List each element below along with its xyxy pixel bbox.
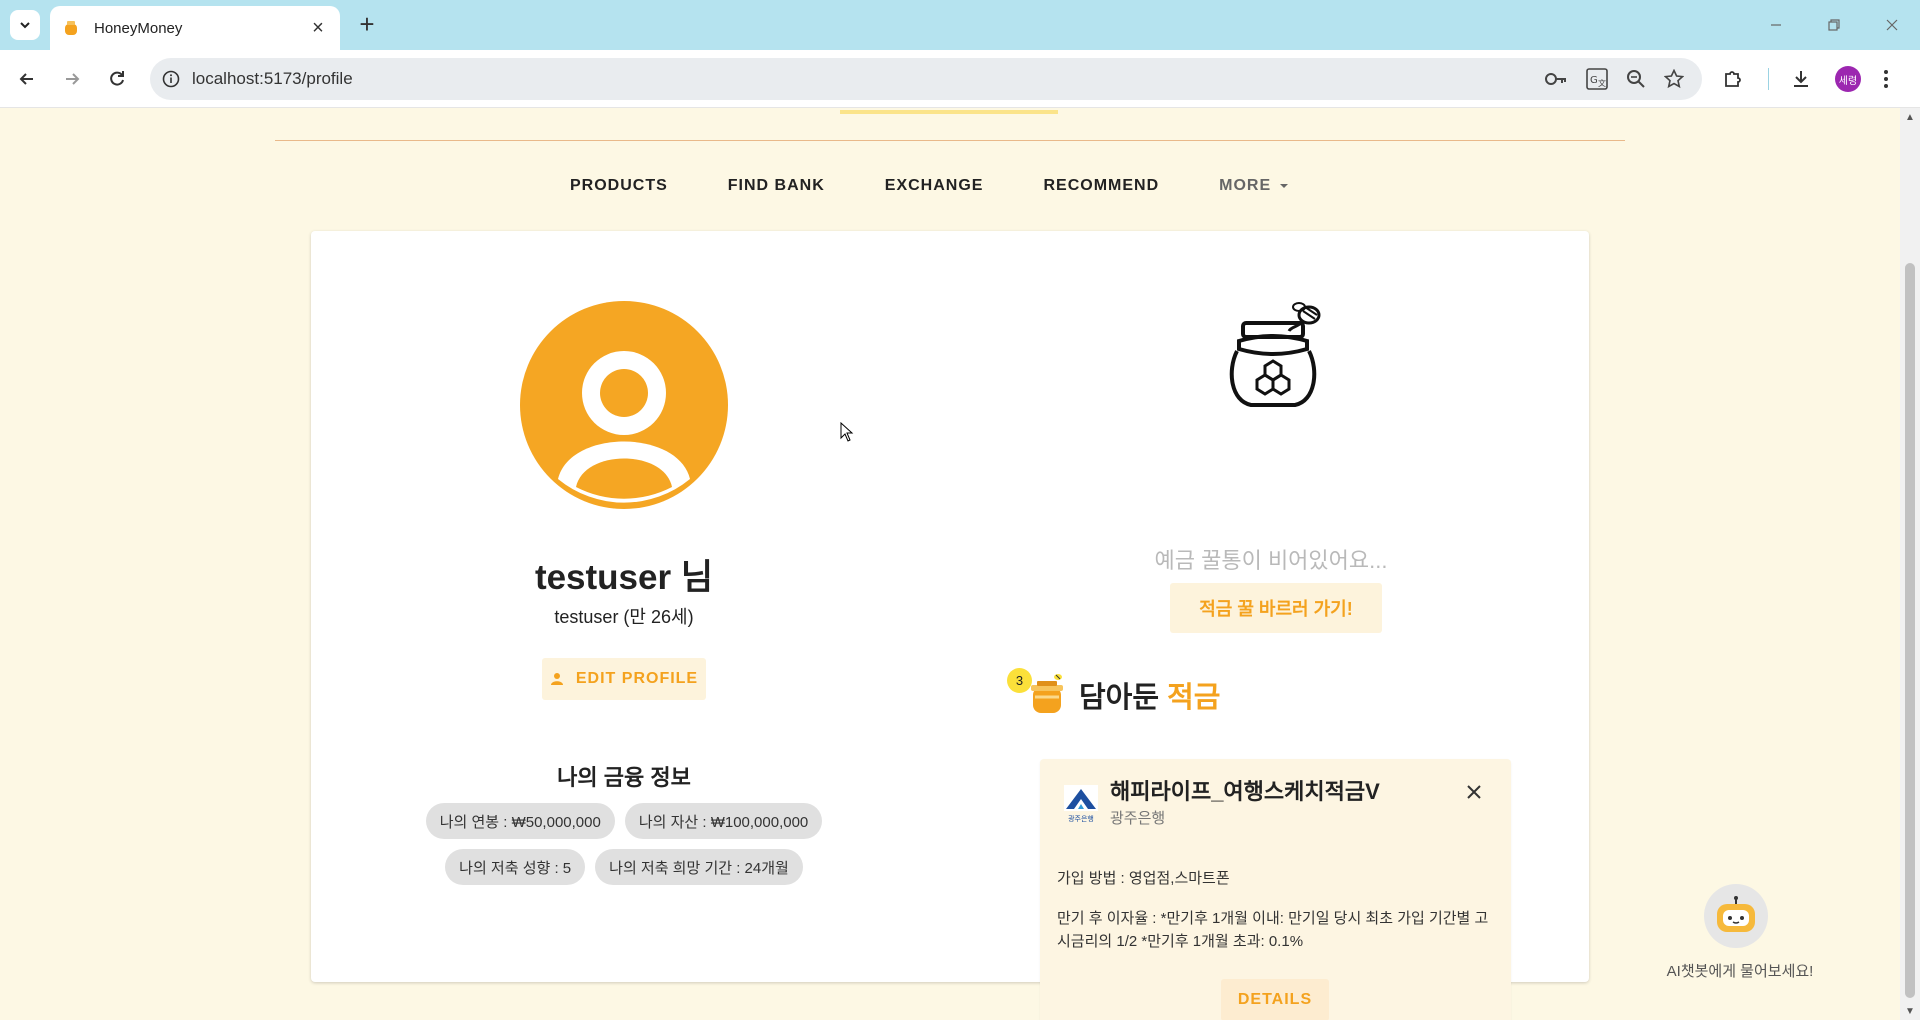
arrow-left-icon bbox=[19, 73, 33, 85]
back-button[interactable] bbox=[12, 64, 42, 94]
nav-find-bank[interactable]: FIND BANK bbox=[698, 166, 855, 206]
saved-title: 담아둔 적금 bbox=[1079, 674, 1220, 716]
product-after-rate: 만기 후 이자율 : *만기후 1개월 이내: 만기일 당시 최초 가입 기간별… bbox=[1057, 910, 1489, 950]
tab-search-button[interactable] bbox=[10, 10, 40, 40]
page-viewport: PRODUCTS FIND BANK EXCHANGE RECOMMEND MO… bbox=[0, 108, 1900, 1020]
close-window-button[interactable] bbox=[1872, 10, 1912, 40]
browser-tab[interactable]: HoneyMoney × bbox=[50, 6, 340, 50]
honey-jar-icon bbox=[1229, 302, 1321, 407]
url-text: localhost:5173/profile bbox=[192, 69, 353, 88]
product-bank: 광주은행 bbox=[1110, 810, 1166, 827]
close-icon bbox=[1886, 19, 1898, 31]
profile-subtitle: testuser (만 26세) bbox=[554, 607, 694, 627]
profile-name: testuser 님 bbox=[534, 558, 714, 597]
nav-recommend[interactable]: RECOMMEND bbox=[1013, 166, 1189, 206]
more-vertical-icon[interactable] bbox=[1883, 69, 1889, 89]
header-divider bbox=[275, 140, 1625, 141]
person-icon bbox=[550, 673, 563, 685]
user-avatar-icon bbox=[520, 301, 728, 509]
tab-close-icon[interactable]: × bbox=[308, 17, 328, 40]
nav-more[interactable]: MORE bbox=[1189, 166, 1319, 206]
tab-title: HoneyMoney bbox=[94, 19, 183, 37]
edit-profile-label: EDIT PROFILE bbox=[575, 670, 699, 687]
saved-product-card: 광주은행 해피라이프_여행스케치적금V 광주은행 가입 방법 : 영업점,스마트… bbox=[1040, 759, 1511, 1020]
arrow-right-icon bbox=[66, 73, 80, 85]
main-nav: PRODUCTS FIND BANK EXCHANGE RECOMMEND MO… bbox=[540, 166, 1319, 206]
extensions-icon[interactable] bbox=[1722, 68, 1744, 90]
bank-logo-icon: 광주은행 bbox=[1064, 785, 1098, 823]
product-join-method: 가입 방법 : 영업점,스마트폰 bbox=[1057, 870, 1230, 887]
restore-button[interactable] bbox=[1814, 10, 1854, 40]
svg-text:G: G bbox=[1590, 75, 1598, 86]
bookmark-star-icon[interactable] bbox=[1664, 69, 1684, 89]
svg-text:文: 文 bbox=[1598, 78, 1606, 88]
finance-chips: 나의 연봉 : ₩50,000,000 나의 자산 : ₩100,000,000… bbox=[411, 803, 837, 885]
deposit-empty-message: 예금 꿀통이 비어있어요... bbox=[1154, 548, 1388, 573]
translate-icon[interactable]: G文 bbox=[1586, 68, 1608, 90]
minimize-icon bbox=[1771, 24, 1781, 26]
go-saving-button[interactable]: 적금 꿀 바르러 가기! bbox=[1170, 583, 1382, 633]
toolbar-divider bbox=[1768, 68, 1769, 90]
browser-toolbar: localhost:5173/profile G文 세령 bbox=[0, 50, 1920, 108]
edit-profile-button[interactable]: EDIT PROFILE bbox=[542, 658, 706, 700]
finance-info-title: 나의 금융 정보 bbox=[557, 765, 691, 790]
nav-products[interactable]: PRODUCTS bbox=[540, 166, 698, 206]
product-name: 해피라이프_여행스케치적금V bbox=[1110, 779, 1380, 804]
chatbot-button[interactable] bbox=[1704, 884, 1768, 948]
browser-tab-bar: HoneyMoney × + bbox=[0, 0, 1920, 50]
nav-more-label: MORE bbox=[1219, 177, 1272, 194]
chatbot-label: AI챗봇에게 물어보세요! bbox=[1666, 963, 1814, 980]
remove-product-button[interactable] bbox=[1460, 779, 1488, 807]
reload-button[interactable] bbox=[102, 64, 132, 94]
saved-header: 담아둔 적금 bbox=[1025, 670, 1220, 720]
chip-saving-tendency: 나의 저축 성향 : 5 bbox=[445, 849, 586, 885]
download-icon[interactable] bbox=[1790, 68, 1812, 90]
scroll-down-icon[interactable]: ▼ bbox=[1905, 1006, 1915, 1017]
saved-title-main: 담아둔 bbox=[1079, 682, 1160, 714]
chip-saving-period: 나의 저축 희망 기간 : 24개월 bbox=[595, 849, 803, 885]
scroll-thumb[interactable] bbox=[1905, 263, 1915, 998]
minimize-button[interactable] bbox=[1756, 10, 1796, 40]
site-info-icon[interactable] bbox=[150, 58, 192, 100]
caret-down-icon bbox=[1280, 184, 1289, 188]
address-bar[interactable]: localhost:5173/profile G文 bbox=[150, 58, 1702, 100]
saved-title-accent: 적금 bbox=[1167, 682, 1221, 714]
chip-salary: 나의 연봉 : ₩50,000,000 bbox=[425, 803, 615, 839]
restore-icon bbox=[1828, 19, 1840, 31]
browser-profile-avatar[interactable]: 세령 bbox=[1835, 66, 1861, 92]
new-tab-button[interactable]: + bbox=[352, 10, 382, 40]
active-nav-indicator bbox=[840, 110, 1058, 114]
honey-pot-favicon-icon bbox=[65, 21, 77, 35]
nav-exchange[interactable]: EXCHANGE bbox=[855, 166, 1014, 206]
key-icon[interactable] bbox=[1544, 69, 1568, 89]
bank-logo-text: 광주은행 bbox=[1068, 814, 1094, 823]
close-icon bbox=[1467, 785, 1481, 799]
chevron-down-icon bbox=[20, 22, 30, 29]
mouse-cursor-icon bbox=[840, 422, 854, 442]
page-scrollbar[interactable]: ▲ ▼ bbox=[1900, 108, 1920, 1020]
scroll-up-icon[interactable]: ▲ bbox=[1905, 112, 1915, 123]
profile-card: testuser 님 testuser (만 26세) EDIT PROFILE… bbox=[311, 231, 1589, 1020]
product-details-button[interactable]: DETAILS bbox=[1221, 979, 1329, 1020]
forward-button[interactable] bbox=[57, 64, 87, 94]
zoom-icon[interactable] bbox=[1626, 69, 1646, 89]
chip-assets: 나의 자산 : ₩100,000,000 bbox=[624, 803, 823, 839]
honey-pot-icon bbox=[1031, 674, 1063, 713]
robot-icon bbox=[1717, 896, 1755, 932]
reload-icon bbox=[110, 71, 124, 86]
